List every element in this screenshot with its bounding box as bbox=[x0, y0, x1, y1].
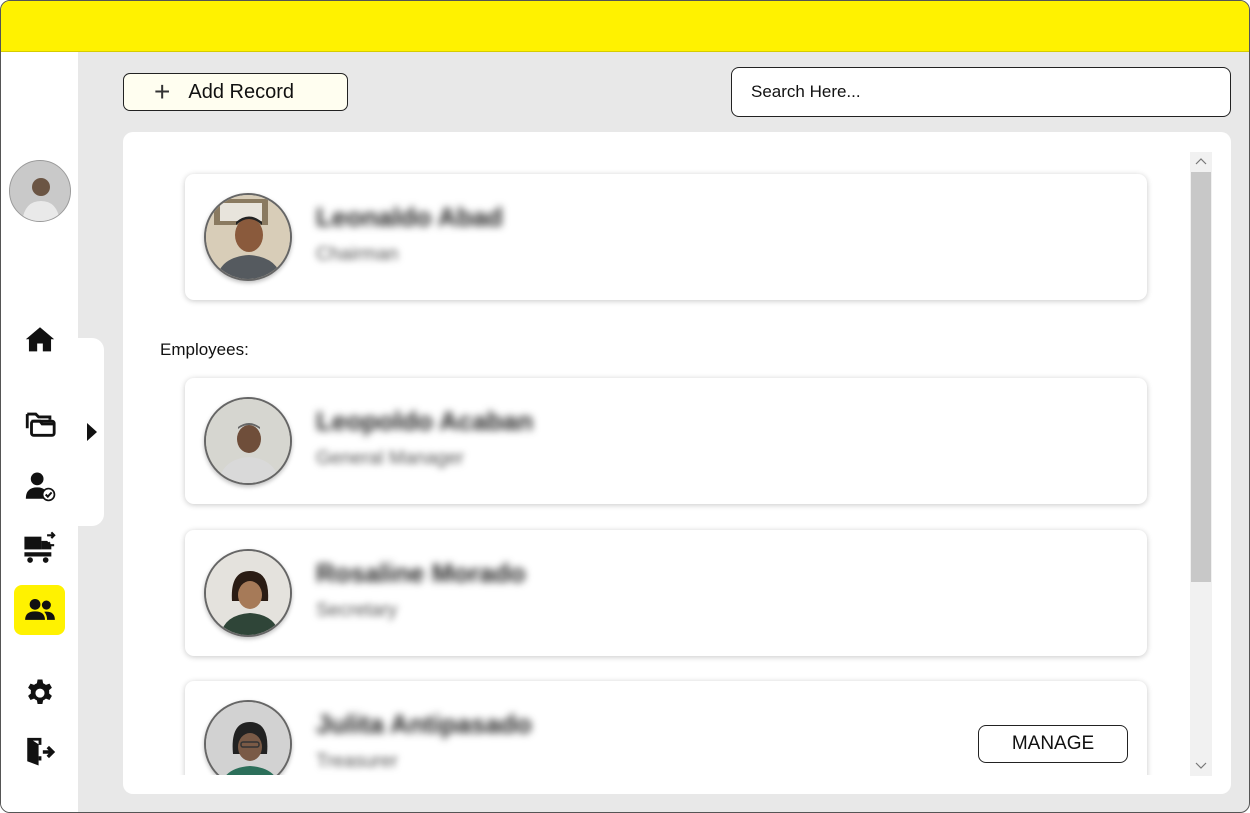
sidebar-expand-arrow[interactable] bbox=[85, 421, 99, 443]
scroll-thumb[interactable] bbox=[1191, 172, 1211, 582]
people-icon bbox=[24, 598, 55, 620]
employee-photo bbox=[204, 397, 292, 485]
scrollbar[interactable] bbox=[1190, 152, 1212, 776]
truck-exchange-icon bbox=[23, 531, 56, 563]
head-photo bbox=[204, 193, 292, 281]
avatar[interactable] bbox=[9, 160, 71, 222]
top-bar bbox=[1, 1, 1249, 52]
plus-icon: + bbox=[154, 76, 171, 107]
sidebar-item-records[interactable] bbox=[14, 399, 65, 449]
caret-right-icon bbox=[87, 423, 97, 441]
sidebar-item-settings[interactable] bbox=[14, 668, 65, 718]
gear-icon bbox=[27, 679, 52, 705]
add-record-label: Add Record bbox=[188, 80, 294, 103]
sidebar-item-users[interactable] bbox=[14, 461, 65, 511]
folders-icon bbox=[25, 412, 56, 437]
employee-role: Treasurer bbox=[316, 751, 398, 772]
head-card[interactable]: Leonaldo Abad Chairman bbox=[185, 174, 1147, 300]
employee-role: Secretary bbox=[316, 600, 398, 621]
home-icon bbox=[25, 327, 54, 352]
sidebar-item-home[interactable] bbox=[14, 315, 65, 365]
employee-photo bbox=[204, 700, 292, 775]
chevron-up-icon[interactable] bbox=[1195, 156, 1207, 168]
add-record-button[interactable]: + Add Record bbox=[123, 73, 348, 111]
employee-name: Julita Antipasado bbox=[316, 709, 532, 739]
manage-button[interactable]: MANAGE bbox=[978, 725, 1128, 763]
sidebar-item-transactions[interactable] bbox=[14, 523, 65, 573]
employee-card[interactable]: Leopoldo Acaban General Manager bbox=[185, 378, 1147, 504]
user-check-icon bbox=[25, 472, 55, 502]
head-name: Leonaldo Abad bbox=[316, 202, 503, 232]
employee-name: Rosaline Morado bbox=[316, 558, 526, 588]
search-input[interactable] bbox=[731, 67, 1231, 117]
employee-name: Leopoldo Acaban bbox=[316, 406, 534, 436]
app-window: + Add Record Leonaldo Abad Chairman Empl… bbox=[0, 0, 1250, 813]
employee-role: General Manager bbox=[316, 448, 464, 469]
logout-icon bbox=[26, 737, 55, 766]
sidebar-item-logout[interactable] bbox=[14, 727, 65, 777]
employee-photo bbox=[204, 549, 292, 637]
records-list: Leonaldo Abad Chairman Employees: Leopol… bbox=[123, 152, 1188, 775]
employees-heading: Employees: bbox=[160, 340, 249, 359]
employee-card[interactable]: Rosaline Morado Secretary bbox=[185, 530, 1147, 656]
head-role: Chairman bbox=[316, 244, 399, 265]
chevron-down-icon[interactable] bbox=[1195, 759, 1207, 771]
sidebar-item-employees[interactable] bbox=[14, 585, 65, 635]
